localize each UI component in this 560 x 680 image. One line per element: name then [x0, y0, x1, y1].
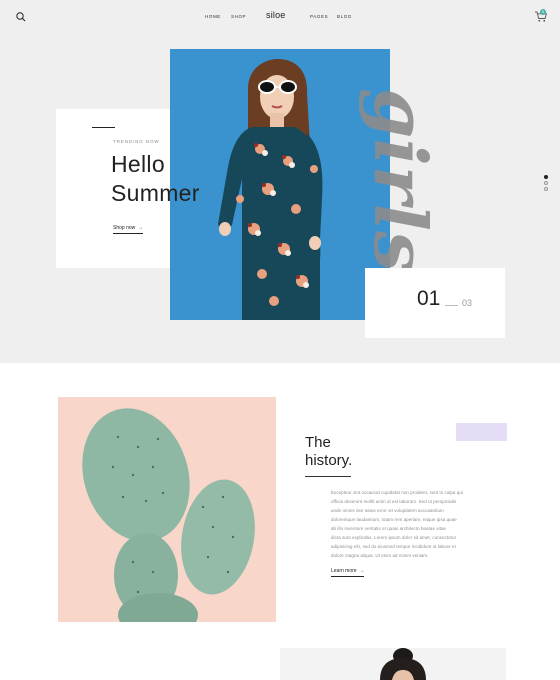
nav-link-pages[interactable]: PAGES	[310, 14, 328, 19]
history-body-line-2: officia deserunt mollit anim id est labo…	[331, 499, 457, 504]
slider-dot-2[interactable]	[544, 181, 548, 185]
nav-link-blog[interactable]: BLOG	[337, 14, 352, 19]
learn-more-link[interactable]: Learn more →	[331, 568, 365, 577]
hero-title-line1: Hello	[111, 151, 165, 177]
cart-count-badge: 0	[540, 9, 546, 15]
arrow-right-icon: →	[136, 225, 144, 231]
hero-title-line2: Summer	[111, 180, 200, 206]
nav-link-shop[interactable]: SHOP	[231, 14, 246, 19]
history-body-line-6: dicta sunt explicabo. Lorem ipsum dolor …	[331, 535, 457, 540]
history-body-line-5: ab illo inventore veritatis et quasi arc…	[331, 526, 447, 531]
next-section-image[interactable]	[280, 648, 506, 680]
history-body-line-1: Excepteur sint occaecat cupidatat non pr…	[331, 490, 463, 495]
model-hair-bun	[380, 648, 426, 680]
learn-more-label: Learn more	[331, 568, 357, 574]
site-logo[interactable]: siloe	[266, 10, 286, 20]
slide-total-number: 03	[462, 298, 473, 308]
history-title-line2: history.	[305, 452, 353, 469]
hero-eyebrow: TRENDING NOW	[113, 139, 160, 144]
arrow-right-icon: →	[357, 568, 365, 574]
history-body-line-7: adipisicing elit, sed do eiusmod tempor …	[331, 544, 456, 549]
history-title: The history.	[305, 434, 352, 470]
hero-section: HOME SHOP siloe PAGES BLOG 0 TRENDING NO…	[0, 0, 560, 363]
top-navigation: HOME SHOP siloe PAGES BLOG 0	[0, 0, 560, 34]
cactus-image[interactable]	[58, 397, 276, 622]
search-icon[interactable]	[15, 11, 27, 23]
history-underline	[305, 476, 351, 477]
history-body-line-4: doloremque laudantium, totam rem aperiam…	[331, 517, 457, 522]
slide-current-number: 01	[417, 287, 441, 310]
shop-now-label: Shop now	[113, 225, 136, 231]
slider-dot-3[interactable]	[544, 187, 548, 191]
svg-text:girls: girls	[358, 88, 443, 270]
hero-accent-line	[92, 127, 115, 128]
slider-dot-1[interactable]	[544, 175, 548, 179]
slide-counter-divider	[445, 305, 458, 306]
cactus-illustration	[82, 408, 255, 622]
lavender-accent-block	[456, 423, 507, 441]
nav-link-home[interactable]: HOME	[205, 14, 221, 19]
script-word-girls: girls	[358, 88, 443, 270]
shop-now-link[interactable]: Shop now →	[113, 225, 144, 234]
history-body-line-8: dolore magna aliqua. Ut enim ad minim ve…	[331, 553, 429, 558]
history-title-line1: The	[305, 434, 331, 451]
history-body-line-3: unde omnis iste natus error sit voluptat…	[331, 508, 444, 513]
